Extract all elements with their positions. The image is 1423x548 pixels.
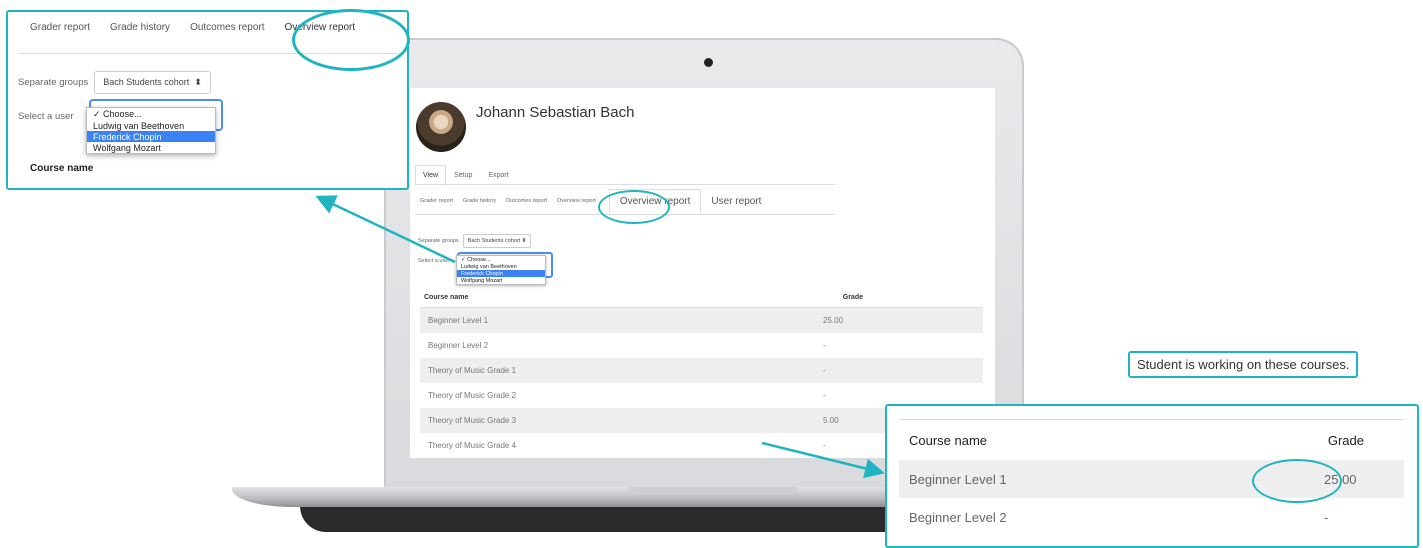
highlight-circle [1252, 459, 1342, 503]
table-row: Theory of Music Grade 1- [420, 358, 983, 383]
laptop-notch [628, 487, 798, 494]
select-user-label: Select a user [18, 111, 74, 122]
tab-outcomes-report[interactable]: Outcomes report [501, 188, 552, 214]
groups-row: Separate groups Bach Students cohort ⬍ [418, 234, 532, 248]
table-header: Course name Grade [420, 294, 983, 308]
option-chopin[interactable]: Frederick Chopin [457, 270, 545, 277]
report-tabs: Grader report Grade history Outcomes rep… [415, 188, 771, 214]
table-row: Beginner Level 2- [909, 509, 1329, 525]
top-tabs: View Setup Export [415, 165, 517, 186]
option-choose[interactable]: ✓ Choose... [87, 108, 215, 120]
laptop-screen: Johann Sebastian Bach View Setup Export … [410, 88, 995, 458]
select-user-dropdown[interactable]: ✓ Choose... Ludwig van Beethoven Frederi… [456, 255, 546, 285]
table-row: Beginner Level 1 25.00 [420, 308, 983, 333]
groups-select[interactable]: Bach Students cohort ⬍ [94, 71, 211, 94]
course-name-header: Course name [30, 163, 94, 174]
groups-label: Separate groups [18, 77, 89, 88]
option-mozart[interactable]: Wolfgang Mozart [87, 142, 215, 153]
tab-user-report[interactable]: User report [701, 190, 771, 213]
tab-outcomes-report[interactable]: Outcomes report [180, 22, 274, 33]
camera-icon [704, 58, 713, 67]
tab-setup[interactable]: Setup [446, 165, 480, 186]
tab-view[interactable]: View [415, 165, 447, 186]
callout-groups-row: Separate groups Bach Students cohort ⬍ [18, 71, 211, 94]
option-chopin[interactable]: Frederick Chopin [87, 131, 215, 142]
tab-grader-report[interactable]: Grader report [20, 22, 100, 33]
tab-grade-history[interactable]: Grade history [458, 188, 501, 214]
highlight-circle [292, 9, 410, 71]
select-user-dropdown[interactable]: ✓ Choose... Ludwig van Beethoven Frederi… [86, 107, 216, 154]
highlight-circle [598, 190, 670, 224]
divider [415, 184, 835, 185]
option-mozart[interactable]: Wolfgang Mozart [457, 277, 545, 284]
option-beethoven[interactable]: Ludwig van Beethoven [87, 120, 215, 131]
tab-overview-report-small[interactable]: Overview report [552, 188, 601, 214]
option-choose[interactable]: ✓ Choose... [457, 256, 545, 263]
table-header: Course name Grade [899, 419, 1404, 461]
option-beethoven[interactable]: Ludwig van Beethoven [457, 263, 545, 270]
table-row: Beginner Level 2- [428, 341, 826, 350]
tab-export[interactable]: Export [480, 165, 516, 186]
select-user-label: Select a user [418, 258, 451, 264]
groups-label: Separate groups [418, 238, 459, 244]
user-name: Johann Sebastian Bach [476, 104, 635, 121]
tab-grader-report[interactable]: Grader report [415, 188, 458, 214]
groups-select[interactable]: Bach Students cohort ⬍ [462, 234, 532, 248]
tab-grade-history[interactable]: Grade history [100, 22, 180, 33]
annotation-note: Student is working on these courses. [1128, 351, 1359, 378]
avatar [416, 102, 466, 152]
